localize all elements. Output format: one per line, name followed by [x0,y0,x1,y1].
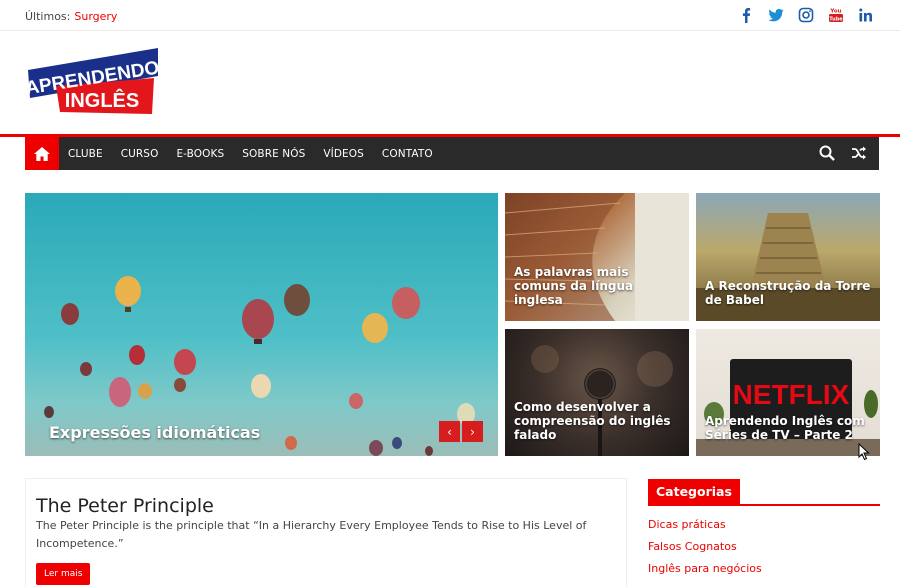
balloons-image [44,276,475,456]
nav-item-contato[interactable]: CONTATO [382,148,433,160]
latest-link[interactable]: Surgery [74,10,117,23]
home-icon [34,146,50,161]
latest-posts: Últimos: Surgery [25,10,117,23]
nav-item-sobre-nos[interactable]: SOBRE NÓS [242,148,305,160]
slider-prev-button[interactable]: ‹ [439,421,460,442]
category-item[interactable]: Falsos Cognatos [648,540,880,553]
home-button[interactable] [25,137,59,170]
latest-label: Últimos: [25,10,71,23]
category-item[interactable]: Dicas práticas [648,518,880,531]
nav-menu: CLUBE CURSO E-BOOKS SOBRE NÓS VÍDEOS CON… [68,148,451,160]
category-item[interactable]: Inglês para negócios [648,562,880,575]
featured-tile-microphone[interactable]: Como desenvolver a compreensão do inglês… [505,329,689,456]
article-title[interactable]: The Peter Principle [36,495,214,517]
instagram-icon[interactable] [798,7,814,23]
facebook-icon[interactable] [738,7,754,23]
random-post-icon[interactable] [851,145,867,165]
nav-item-clube[interactable]: CLUBE [68,148,103,160]
featured-tile-netflix[interactable]: NETFLIX Aprendendo Inglês com Séries de … [696,329,880,456]
categories-header: Categorias [648,479,880,506]
chevron-right-icon: › [470,424,475,439]
social-links: Tube You [738,7,874,23]
nav-item-ebooks[interactable]: E-BOOKS [176,148,224,160]
svg-text:Tube: Tube [829,17,843,23]
search-icon[interactable] [819,145,835,165]
nav-item-curso[interactable]: CURSO [121,148,159,160]
slider-next-button[interactable]: › [462,421,483,442]
article-card: The Peter Principle The Peter Principle … [25,478,627,587]
featured-slider[interactable]: Expressões idiomáticas ‹ › [25,193,498,456]
categories-list: Dicas práticas Falsos Cognatos Inglês pa… [648,518,880,575]
article-excerpt: The Peter Principle is the principle tha… [36,519,587,550]
nav-actions [819,145,867,165]
top-bar: Últimos: Surgery Tube You [0,0,900,31]
tile-title[interactable]: As palavras mais comuns da língua ingles… [514,265,684,307]
nav-bar: CLUBE CURSO E-BOOKS SOBRE NÓS VÍDEOS CON… [25,137,879,170]
svg-text:You: You [829,9,841,15]
sidebar: Categorias Dicas práticas Falsos Cognato… [648,479,880,584]
mouse-cursor-icon [858,443,870,461]
categories-title: Categorias [648,479,740,504]
tile-title[interactable]: A Reconstrução da Torre de Babel [705,279,875,307]
slider-controls: ‹ › [439,421,483,442]
twitter-icon[interactable] [768,7,784,23]
tile-title[interactable]: Como desenvolver a compreensão do inglês… [514,400,684,442]
featured-tile-babel[interactable]: A Reconstrução da Torre de Babel [696,193,880,321]
featured-tile-library[interactable]: As palavras mais comuns da língua ingles… [505,193,689,321]
read-more-button[interactable]: Ler mais [36,563,91,585]
svg-text:INGLÊS: INGLÊS [65,88,139,112]
linkedin-icon[interactable] [858,7,874,23]
chevron-left-icon: ‹ [447,424,452,439]
site-logo[interactable]: APRENDENDO INGLÊS [24,46,161,116]
nav-item-videos[interactable]: VÍDEOS [323,148,364,160]
tile-title[interactable]: Aprendendo Inglês com Séries de TV – Par… [705,414,875,442]
svg-text:NETFLIX: NETFLIX [733,379,850,410]
youtube-icon[interactable]: Tube You [828,7,844,23]
main-navigation: CLUBE CURSO E-BOOKS SOBRE NÓS VÍDEOS CON… [0,134,900,170]
featured-main-title[interactable]: Expressões idiomáticas [49,423,260,442]
